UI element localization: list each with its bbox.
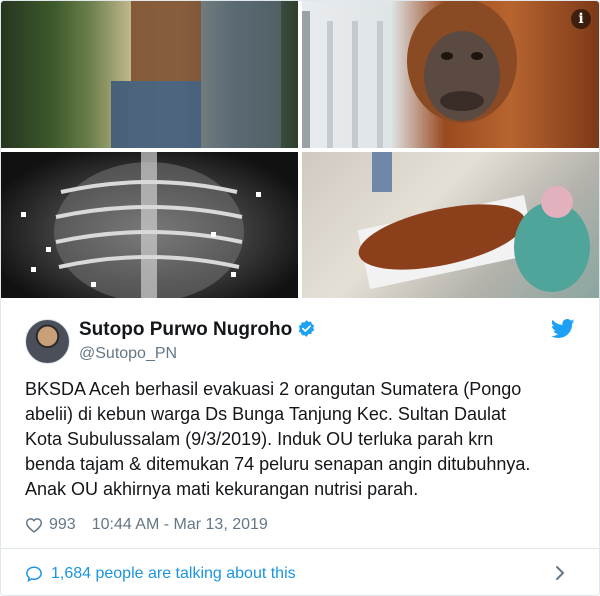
tweet-text: BKSDA Aceh berhasil evakuasi 2 orangutan… <box>25 379 531 499</box>
rescue-photo-art <box>111 1 281 148</box>
surgery-photo[interactable] <box>302 152 599 298</box>
speech-bubble-icon <box>26 566 42 583</box>
heart-icon[interactable] <box>25 517 43 533</box>
tweet-meta: 993 10:44 AM - Mar 13, 2019 <box>25 514 268 536</box>
rescue-photo[interactable] <box>1 1 298 148</box>
avatar[interactable] <box>25 319 70 364</box>
orangutan-portrait[interactable]: i <box>302 1 599 148</box>
author-handle[interactable]: @Sutopo_PN <box>79 345 177 363</box>
talking-text[interactable]: 1,684 people are talking about this <box>51 565 296 583</box>
author-display-name[interactable]: Sutopo Purwo Nugroho <box>79 319 292 341</box>
divider <box>1 548 599 549</box>
tweet-timestamp[interactable]: 10:44 AM - Mar 13, 2019 <box>92 516 268 534</box>
surgery-photo-art <box>357 152 590 292</box>
orangutan-portrait-art <box>302 1 517 148</box>
talking-link[interactable]: 1,684 people are talking about this <box>25 563 296 585</box>
chevron-right-icon[interactable] <box>554 565 566 581</box>
verified-badge-icon <box>298 320 315 337</box>
info-icon[interactable]: i <box>571 9 591 29</box>
xray-photo-art <box>21 152 261 298</box>
media-grid[interactable]: i <box>1 1 599 298</box>
twitter-bird-icon[interactable] <box>551 319 575 339</box>
like-count[interactable]: 993 <box>49 516 76 534</box>
embedded-tweet-card: i Sutopo Purwo Nugroho @Sutopo_PN BKSDA … <box>0 0 600 596</box>
xray-photo[interactable] <box>1 152 298 298</box>
